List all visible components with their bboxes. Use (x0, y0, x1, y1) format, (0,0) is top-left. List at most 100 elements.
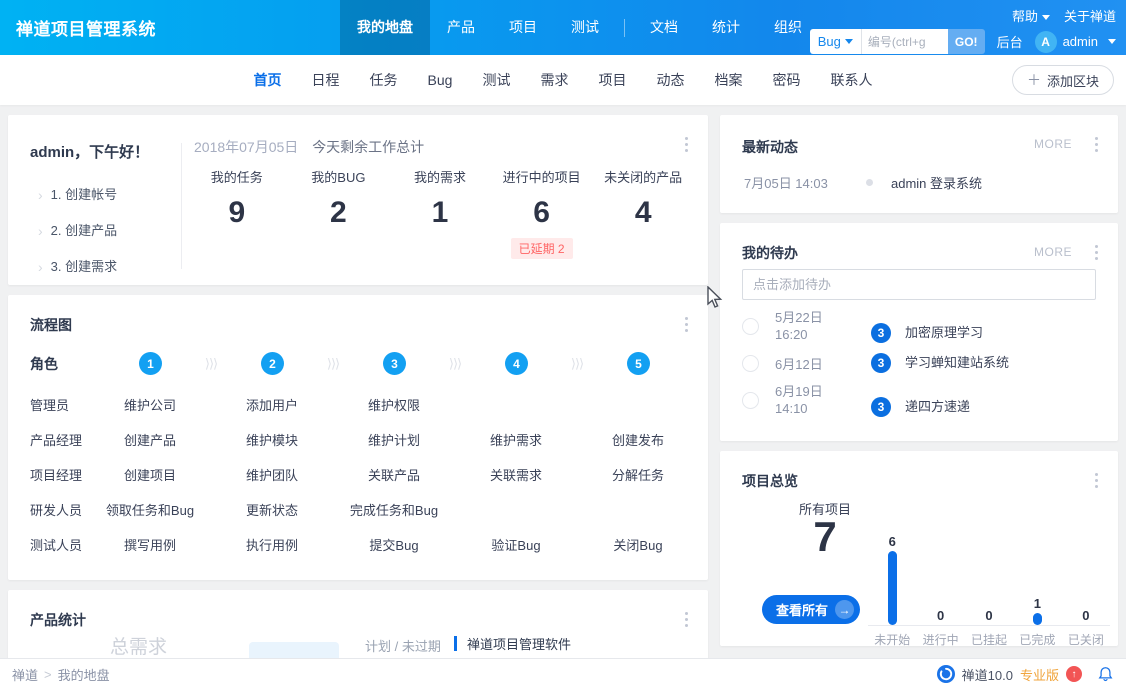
product-legend[interactable]: 禅道项目管理软件 (454, 634, 571, 653)
flow-link[interactable]: 关闭Bug (577, 535, 699, 554)
latest-activity-panel: 最新动态 MORE 7月05日 14:03 admin 登录系统 (720, 115, 1118, 213)
breadcrumb-home[interactable]: 禅道 (12, 665, 38, 684)
tab-profile[interactable]: 档案 (699, 55, 757, 105)
chevron-down-icon (1108, 39, 1116, 44)
bar[interactable] (888, 551, 897, 625)
flow-link[interactable]: 维护模块 (211, 430, 333, 449)
flow-link[interactable]: 维护需求 (455, 430, 577, 449)
project-overview-title: 项目总览 (742, 471, 798, 491)
tab-contacts[interactable]: 联系人 (815, 55, 887, 105)
todo-checkbox[interactable] (742, 318, 759, 335)
flow-link[interactable]: 添加用户 (211, 395, 333, 414)
nav-report[interactable]: 统计 (695, 0, 757, 55)
flow-link[interactable]: 关联产品 (333, 465, 455, 484)
flow-link[interactable]: 完成任务和Bug (333, 500, 455, 519)
tab-home[interactable]: 首页 (239, 55, 297, 105)
panel-menu-button[interactable] (683, 315, 690, 334)
flow-link[interactable]: 撰写用例 (89, 535, 211, 554)
nav-test[interactable]: 测试 (554, 0, 616, 55)
todo-item[interactable]: 6月12日 3 学习蝉知建站系统 (742, 353, 1102, 373)
nav-doc[interactable]: 文档 (633, 0, 695, 55)
step-circle-5: 5 (627, 352, 650, 375)
flow-link[interactable]: 执行用例 (211, 535, 333, 554)
plus-icon: ＋ (1027, 70, 1041, 90)
tab-dynamic[interactable]: 动态 (641, 55, 699, 105)
flow-link[interactable]: 更新状态 (211, 500, 333, 519)
help-menu[interactable]: 帮助 (1012, 6, 1050, 25)
todo-checkbox[interactable] (742, 355, 759, 372)
todo-title: 我的待办 (742, 243, 798, 263)
search-input[interactable] (862, 29, 948, 54)
bar-category-label: 进行中 (923, 631, 959, 648)
step-create-account[interactable]: ›1. 创建帐号 (38, 177, 117, 213)
tab-bug[interactable]: Bug (413, 55, 468, 105)
panel-menu-button[interactable] (1093, 471, 1100, 490)
flow-link[interactable]: 创建项目 (89, 465, 211, 484)
flow-link[interactable]: 验证Bug (455, 535, 577, 554)
activity-item[interactable]: 7月05日 14:03 admin 登录系统 (744, 173, 982, 192)
flowchart-title: 流程图 (30, 315, 72, 335)
step-create-story[interactable]: ›3. 创建需求 (38, 249, 117, 285)
flow-link[interactable]: 维护计划 (333, 430, 455, 449)
about-link[interactable]: 关于禅道 (1064, 6, 1116, 25)
flow-arrow-icon: ⟩⟩⟩ (191, 356, 231, 372)
delayed-badge[interactable]: 已延期 2 (511, 238, 573, 259)
tab-story[interactable]: 需求 (525, 55, 583, 105)
flow-link[interactable]: 创建产品 (89, 430, 211, 449)
panel-menu-button[interactable] (1093, 135, 1100, 154)
stats-row: 我的任务 9 我的BUG 2 我的需求 1 进行中的项目 6 已延期 2 未 (186, 167, 694, 259)
priority-badge: 3 (871, 323, 891, 343)
add-todo-input[interactable] (742, 269, 1096, 300)
stat-ongoing-projects: 进行中的项目 6 已延期 2 (491, 167, 593, 259)
tab-test[interactable]: 测试 (467, 55, 525, 105)
all-projects-count: 7 (770, 513, 880, 561)
panel-menu-button[interactable] (683, 610, 690, 629)
tab-calendar[interactable]: 日程 (297, 55, 355, 105)
priority-badge: 3 (871, 397, 891, 417)
todo-item[interactable]: 6月19日14:10 3 递四方速递 (742, 383, 1102, 417)
more-link[interactable]: MORE (1034, 137, 1072, 151)
nav-my-dashboard[interactable]: 我的地盘 (340, 0, 430, 55)
add-block-button[interactable]: ＋ 添加区块 (1012, 65, 1114, 95)
more-link[interactable]: MORE (1034, 245, 1072, 259)
flow-link[interactable]: 维护团队 (211, 465, 333, 484)
flow-link[interactable]: 分解任务 (577, 465, 699, 484)
flow-link[interactable]: 领取任务和Bug (89, 500, 211, 519)
flow-row-product-manager: 产品经理 创建产品 维护模块 维护计划 维护需求 创建发布 (8, 430, 708, 452)
plan-bar (249, 642, 339, 658)
search-type-select[interactable]: Bug (810, 29, 862, 54)
nav-product[interactable]: 产品 (430, 0, 492, 55)
edition-label[interactable]: 专业版 (1020, 665, 1059, 684)
greeting-panel: admin，下午好！ ›1. 创建帐号 ›2. 创建产品 ›3. 创建需求 20… (8, 115, 708, 285)
flow-link[interactable]: 关联需求 (455, 465, 577, 484)
todo-item[interactable]: 5月22日16:20 3 加密原理学习 (742, 309, 1102, 343)
nav-divider (624, 19, 625, 37)
bar-column: 0进行中 (916, 529, 964, 648)
user-menu[interactable]: A admin (1035, 31, 1116, 53)
flow-link[interactable]: 提交Bug (333, 535, 455, 554)
notification-bell-icon[interactable] (1097, 665, 1114, 683)
flow-row-tester: 测试人员 撰写用例 执行用例 提交Bug 验证Bug 关闭Bug (8, 535, 708, 557)
panel-menu-button[interactable] (683, 135, 690, 154)
search-go-button[interactable]: GO! (948, 29, 985, 54)
nav-project[interactable]: 项目 (492, 0, 554, 55)
upgrade-icon[interactable]: ↑ (1066, 666, 1082, 682)
role-header: 角色 (30, 354, 58, 374)
flow-link[interactable]: 创建发布 (577, 430, 699, 449)
flow-link[interactable]: 维护公司 (89, 395, 211, 414)
panel-menu-button[interactable] (1093, 243, 1100, 262)
total-story-label: 总需求 (110, 632, 167, 658)
bar[interactable] (1033, 613, 1042, 625)
tab-task[interactable]: 任务 (355, 55, 413, 105)
quick-steps-list: ›1. 创建帐号 ›2. 创建产品 ›3. 创建需求 (38, 177, 117, 285)
priority-badge: 3 (871, 353, 891, 373)
step-create-product[interactable]: ›2. 创建产品 (38, 213, 117, 249)
flow-link[interactable]: 维护权限 (333, 395, 455, 414)
tab-password[interactable]: 密码 (757, 55, 815, 105)
activity-text: admin 登录系统 (891, 173, 982, 192)
todo-checkbox[interactable] (742, 392, 759, 409)
tab-project[interactable]: 项目 (583, 55, 641, 105)
view-all-button[interactable]: 查看所有 → (762, 595, 860, 624)
bar-category-label: 已完成 (1019, 631, 1055, 648)
backend-link[interactable]: 后台 (997, 32, 1023, 51)
